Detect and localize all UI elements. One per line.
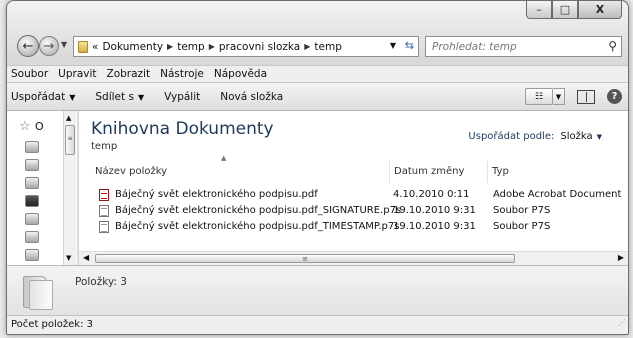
file-date: 19.10.2010 9:31 xyxy=(393,205,476,216)
chevron-right-icon[interactable]: ▶ xyxy=(304,42,310,51)
file-type: Soubor P7S xyxy=(493,221,551,232)
details-view-icon: ☷ xyxy=(534,91,544,102)
p7s-file-icon xyxy=(99,205,109,217)
pdf-file-icon xyxy=(99,189,109,201)
scroll-down-icon[interactable]: ▼ xyxy=(66,254,71,262)
explorer-window: – □ X ← → ▼ « Dokumenty ▶ temp ▶ pracovn… xyxy=(6,0,629,335)
menu-view[interactable]: Zobrazit xyxy=(107,68,151,80)
menu-edit[interactable]: Upravit xyxy=(58,68,96,80)
nav-item-icon[interactable] xyxy=(25,159,39,171)
new-folder-button[interactable]: Nová složka xyxy=(220,91,283,103)
search-icon[interactable]: ⚲ xyxy=(608,39,617,53)
file-row[interactable]: Báječný svět elektronického podpisu.pdf … xyxy=(93,187,623,203)
scroll-thumb[interactable]: ≡ xyxy=(95,254,515,263)
column-header-date[interactable]: Datum změny xyxy=(389,161,487,183)
address-overflow[interactable]: « xyxy=(92,41,98,53)
file-name: Báječný svět elektronického podpisu.pdf_… xyxy=(115,205,402,216)
library-title: Knihovna Dokumenty xyxy=(91,119,274,139)
details-pane: Položky: 3 xyxy=(7,265,628,315)
chevron-down-icon: ▼ xyxy=(69,92,76,102)
nav-item-icon[interactable] xyxy=(25,177,39,189)
back-arrow-icon: ← xyxy=(22,38,34,54)
status-text: Počet položek: 3 xyxy=(11,319,94,330)
organize-button[interactable]: Uspořádat ▼ xyxy=(11,91,75,103)
chevron-down-icon: ▼ xyxy=(555,92,562,101)
nav-item-icon[interactable] xyxy=(25,249,39,261)
navigation-pane: ☆ O ▲ ≡ ▼ xyxy=(7,111,77,265)
file-name: Báječný svět elektronického podpisu.pdf_… xyxy=(115,221,400,232)
command-bar: Uspořádat ▼ Sdílet s ▼ Vypálit Nová složka… xyxy=(7,83,628,111)
maximize-button[interactable]: □ xyxy=(552,1,578,19)
menu-tools[interactable]: Nástroje xyxy=(160,68,204,80)
breadcrumb-dokumenty[interactable]: Dokumenty xyxy=(102,41,163,53)
breadcrumb-pracovni-slozka[interactable]: pracovni slozka xyxy=(219,41,300,53)
scroll-up-icon[interactable]: ▲ xyxy=(66,114,71,122)
preview-pane-icon[interactable] xyxy=(577,89,595,104)
view-dropdown-button[interactable]: ▼ xyxy=(553,88,565,105)
horizontal-scrollbar[interactable]: ◀ ≡ ▶ xyxy=(79,251,628,265)
arrange-by[interactable]: Uspořádat podle: Složka ▼ xyxy=(468,131,602,142)
minimize-icon: – xyxy=(536,3,542,16)
items-count: Položky: 3 xyxy=(75,276,127,288)
breadcrumb-temp[interactable]: temp xyxy=(177,41,204,53)
maximize-icon: □ xyxy=(559,3,571,16)
scroll-right-icon[interactable]: ▶ xyxy=(618,253,624,262)
nav-item-icon[interactable] xyxy=(25,195,39,207)
chevron-right-icon[interactable]: ▶ xyxy=(209,42,215,51)
menu-file[interactable]: Soubor xyxy=(11,68,48,80)
search-input[interactable]: Prohledat: temp ⚲ xyxy=(425,36,622,57)
close-button[interactable]: X xyxy=(578,1,622,19)
file-row[interactable]: Báječný svět elektronického podpisu.pdf_… xyxy=(93,219,623,235)
scroll-left-icon[interactable]: ◀ xyxy=(83,253,89,262)
library-documents-icon xyxy=(21,274,55,312)
p7s-file-icon xyxy=(99,221,109,233)
favorites-star-icon[interactable]: ☆ xyxy=(19,119,31,134)
scroll-thumb[interactable]: ≡ xyxy=(65,125,75,155)
recent-pages-dropdown[interactable]: ▼ xyxy=(61,40,67,49)
file-date: 4.10.2010 0:11 xyxy=(393,189,470,200)
file-date: 19.10.2010 9:31 xyxy=(393,221,476,232)
forward-arrow-icon: → xyxy=(43,38,55,54)
resize-grip-icon[interactable]: ⋰ xyxy=(618,314,626,332)
back-button[interactable]: ← xyxy=(17,35,39,57)
search-placeholder: Prohledat: temp xyxy=(432,40,517,53)
file-list-area: Knihovna Dokumenty temp Uspořádat podle:… xyxy=(79,111,628,265)
nav-pane-scrollbar[interactable]: ▲ ≡ ▼ xyxy=(63,111,76,265)
menu-help[interactable]: Nápověda xyxy=(214,68,267,80)
column-header-name[interactable]: Název položky xyxy=(95,161,385,183)
nav-item-icon[interactable] xyxy=(25,141,39,153)
forward-button[interactable]: → xyxy=(39,36,59,56)
nav-favorites-label[interactable]: O xyxy=(35,120,44,133)
share-button[interactable]: Sdílet s ▼ xyxy=(95,91,144,103)
file-type: Adobe Acrobat Document xyxy=(493,189,622,200)
refresh-icon[interactable]: ⇆ xyxy=(405,39,414,52)
breadcrumb-temp-current[interactable]: temp xyxy=(314,41,341,53)
nav-item-icon[interactable] xyxy=(25,213,39,225)
folder-icon xyxy=(78,40,88,53)
view-options-button[interactable]: ☷ xyxy=(525,88,553,105)
column-header-type[interactable]: Typ xyxy=(487,161,627,183)
nav-item-icon[interactable] xyxy=(25,231,39,243)
help-icon[interactable]: ? xyxy=(607,89,622,104)
chevron-down-icon: ▼ xyxy=(596,133,602,141)
caption-buttons: – □ X xyxy=(526,1,622,19)
menu-bar: Soubor Upravit Zobrazit Nástroje Nápověd… xyxy=(7,65,628,83)
navigation-bar: ← → ▼ « Dokumenty ▶ temp ▶ pracovni sloz… xyxy=(13,34,622,60)
library-subtitle: temp xyxy=(91,141,118,152)
burn-button[interactable]: Vypálit xyxy=(164,91,200,103)
address-bar[interactable]: « Dokumenty ▶ temp ▶ pracovni slozka ▶ t… xyxy=(73,36,419,57)
chevron-down-icon: ▼ xyxy=(137,92,145,102)
address-dropdown-icon[interactable]: ▼ xyxy=(390,41,396,50)
minimize-button[interactable]: – xyxy=(526,1,552,19)
file-name: Báječný svět elektronického podpisu.pdf xyxy=(115,189,318,200)
file-type: Soubor P7S xyxy=(493,205,551,216)
chevron-right-icon[interactable]: ▶ xyxy=(167,42,173,51)
status-bar: Počet položek: 3 ⋰ xyxy=(7,315,628,334)
file-row[interactable]: Báječný svět elektronického podpisu.pdf_… xyxy=(93,203,623,219)
close-icon: X xyxy=(595,3,605,16)
